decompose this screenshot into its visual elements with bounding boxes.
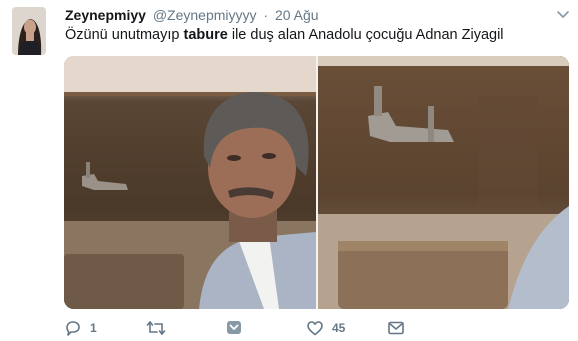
reply-icon	[64, 319, 82, 337]
tweet-text-part: ile duş alan Anadolu çocuğu Adnan Ziyagi…	[227, 27, 504, 43]
tweet-media[interactable]	[64, 56, 569, 309]
tweet-header: Zeynepmiyy @Zeynepmiyyyy · 20 Ağu	[65, 7, 570, 25]
timestamp[interactable]: 20 Ağu	[275, 7, 319, 23]
tweet-actions: 1 45	[64, 318, 569, 338]
bookmark-icon	[225, 319, 243, 337]
save-button[interactable]	[225, 318, 243, 338]
retweet-icon	[146, 319, 166, 337]
reply-count: 1	[90, 321, 97, 335]
heart-icon	[306, 319, 324, 337]
media-image-right[interactable]	[318, 56, 569, 309]
tweet-text-part: Özünü unutmayıp	[65, 27, 184, 43]
like-count: 45	[332, 321, 346, 335]
tweet-text: Özünü unutmayıp tabure ile duş alan Anad…	[65, 27, 504, 43]
envelope-icon	[387, 319, 405, 337]
tweet-text-bold: tabure	[183, 27, 228, 43]
like-button[interactable]: 45	[306, 318, 345, 338]
handle[interactable]: @Zeynepmiyyyy	[153, 7, 257, 23]
separator: ·	[263, 7, 269, 23]
retweet-button[interactable]	[146, 318, 174, 338]
direct-message-button[interactable]	[387, 318, 405, 338]
avatar[interactable]	[12, 7, 46, 55]
display-name[interactable]: Zeynepmiyy	[65, 7, 146, 23]
media-image-left[interactable]	[64, 56, 316, 309]
chevron-down-icon[interactable]	[556, 7, 570, 21]
reply-button[interactable]: 1	[64, 318, 97, 338]
